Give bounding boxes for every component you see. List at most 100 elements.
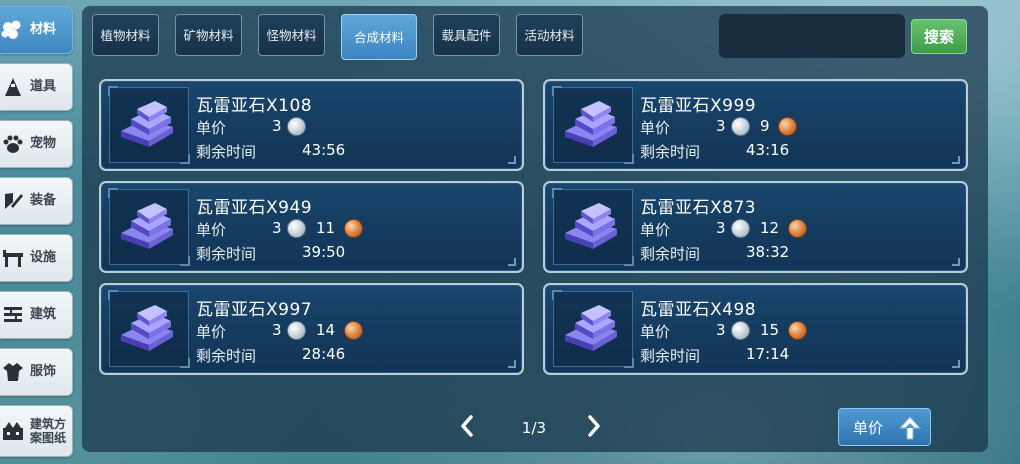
tab-label: 活动材料 bbox=[524, 27, 575, 43]
price-label: 单价 bbox=[196, 221, 227, 239]
tab-label: 怪物材料 bbox=[266, 27, 317, 43]
sidebar-item-props[interactable]: 道具 bbox=[0, 63, 73, 111]
time-left: 39:50 bbox=[302, 243, 346, 261]
listing-card[interactable]: 瓦雷亚石X949 单价 3 11 剩余时间 39:50 bbox=[99, 181, 524, 273]
time-left-label: 剩余时间 bbox=[196, 245, 257, 263]
tab-label: 矿物材料 bbox=[183, 27, 234, 43]
listing-card[interactable]: 瓦雷亚石X498 单价 3 15 剩余时间 17:14 bbox=[543, 283, 968, 375]
item-name: 瓦雷亚石X108 bbox=[196, 96, 313, 116]
time-left-label: 剩余时间 bbox=[196, 143, 257, 161]
copper-coin-icon bbox=[344, 321, 363, 340]
search-button[interactable]: 搜索 bbox=[911, 19, 967, 54]
sidebar-item-label: 宠物 bbox=[30, 136, 57, 151]
blueprint-icon bbox=[0, 418, 26, 444]
sidebar-item-blueprint[interactable]: 建筑方案图纸 bbox=[0, 405, 73, 457]
silver-coin-icon bbox=[287, 117, 306, 136]
sort-button-label: 单价 bbox=[853, 418, 884, 437]
listing-card[interactable]: 瓦雷亚石X108 单价 3 剩余时间 43:56 bbox=[99, 79, 524, 171]
facility-icon bbox=[0, 245, 26, 271]
search-button-label: 搜索 bbox=[923, 28, 954, 46]
page-indicator: 1/3 bbox=[521, 419, 547, 437]
sidebar-item-label: 装备 bbox=[30, 193, 57, 208]
tab-synthetic-materials[interactable]: 合成材料 bbox=[341, 14, 417, 60]
copper-amount: 9 bbox=[760, 117, 770, 135]
copper-coin-icon bbox=[788, 219, 807, 238]
sidebar-item-label: 材料 bbox=[30, 22, 57, 37]
tab-plant-materials[interactable]: 植物材料 bbox=[92, 14, 159, 56]
building-icon bbox=[0, 302, 26, 328]
silver-amount: 3 bbox=[272, 117, 282, 135]
silver-coin-icon bbox=[731, 117, 750, 136]
sidebar-item-facility[interactable]: 设施 bbox=[0, 234, 73, 282]
sidebar-item-pets[interactable]: 宠物 bbox=[0, 120, 73, 168]
clothing-icon bbox=[0, 359, 26, 385]
materials-icon bbox=[0, 17, 26, 43]
tab-mineral-materials[interactable]: 矿物材料 bbox=[175, 14, 242, 56]
pet-paw-icon bbox=[0, 131, 26, 157]
tab-event-materials[interactable]: 活动材料 bbox=[516, 14, 583, 56]
item-name: 瓦雷亚石X873 bbox=[640, 198, 757, 218]
item-name: 瓦雷亚石X949 bbox=[196, 198, 313, 218]
listing-card[interactable]: 瓦雷亚石X873 单价 3 12 剩余时间 38:32 bbox=[543, 181, 968, 273]
price-label: 单价 bbox=[640, 323, 671, 341]
card-corner-decoration bbox=[508, 156, 516, 164]
equipment-icon bbox=[0, 188, 26, 214]
item-name: 瓦雷亚石X498 bbox=[640, 300, 757, 320]
sidebar-item-label: 设施 bbox=[30, 250, 57, 265]
ore-ingot-icon bbox=[121, 101, 173, 147]
sidebar-item-equipment[interactable]: 装备 bbox=[0, 177, 73, 225]
sidebar-item-label: 建筑方案图纸 bbox=[30, 417, 67, 445]
listing-card[interactable]: 瓦雷亚石X997 单价 3 14 剩余时间 28:46 bbox=[99, 283, 524, 375]
sidebar-item-building[interactable]: 建筑 bbox=[0, 291, 73, 339]
card-corner-decoration bbox=[952, 258, 960, 266]
silver-amount: 3 bbox=[272, 321, 282, 339]
sidebar-item-clothing[interactable]: 服饰 bbox=[0, 348, 73, 396]
silver-coin-icon bbox=[287, 219, 306, 238]
copper-coin-icon bbox=[788, 321, 807, 340]
time-left-label: 剩余时间 bbox=[196, 347, 257, 365]
copper-amount: 12 bbox=[760, 219, 780, 237]
price-label: 单价 bbox=[196, 119, 227, 137]
next-page-button[interactable] bbox=[583, 412, 605, 440]
sidebar-item-materials[interactable]: 材料 bbox=[0, 6, 73, 54]
time-left: 38:32 bbox=[746, 243, 790, 261]
sidebar-item-label: 道具 bbox=[30, 79, 57, 94]
tab-vehicle-parts[interactable]: 载具配件 bbox=[433, 14, 500, 56]
market-panel: 植物材料 矿物材料 怪物材料 合成材料 载具配件 活动材料 搜索 瓦雷亚石X10… bbox=[82, 6, 988, 452]
tab-monster-materials[interactable]: 怪物材料 bbox=[258, 14, 325, 56]
copper-coin-icon bbox=[344, 219, 363, 238]
listing-card[interactable]: 瓦雷亚石X999 单价 3 9 剩余时间 43:16 bbox=[543, 79, 968, 171]
silver-coin-icon bbox=[287, 321, 306, 340]
tab-label: 合成材料 bbox=[353, 29, 404, 45]
price-label: 单价 bbox=[640, 221, 671, 239]
prev-page-button[interactable] bbox=[456, 412, 478, 440]
chevron-left-icon bbox=[461, 415, 473, 437]
card-corner-decoration bbox=[952, 156, 960, 164]
sort-arrow-icon bbox=[898, 416, 922, 440]
price-label: 单价 bbox=[640, 119, 671, 137]
card-corner-decoration bbox=[508, 360, 516, 368]
silver-coin-icon bbox=[731, 321, 750, 340]
silver-amount: 3 bbox=[716, 117, 726, 135]
time-left-label: 剩余时间 bbox=[640, 347, 701, 365]
copper-amount: 11 bbox=[316, 219, 336, 237]
tab-label: 植物材料 bbox=[100, 27, 151, 43]
silver-coin-icon bbox=[731, 219, 750, 238]
item-name: 瓦雷亚石X999 bbox=[640, 96, 757, 116]
search-input[interactable] bbox=[719, 14, 905, 58]
chevron-right-icon bbox=[588, 415, 600, 437]
copper-coin-icon bbox=[778, 117, 797, 136]
copper-amount: 14 bbox=[316, 321, 336, 339]
ore-ingot-icon bbox=[565, 305, 617, 351]
sidebar-item-label: 建筑 bbox=[30, 307, 57, 322]
silver-amount: 3 bbox=[716, 321, 726, 339]
price-label: 单价 bbox=[196, 323, 227, 341]
time-left: 17:14 bbox=[746, 345, 790, 363]
ore-ingot-icon bbox=[121, 305, 173, 351]
sidebar-item-label: 服饰 bbox=[30, 364, 57, 379]
tab-label: 载具配件 bbox=[441, 27, 492, 43]
silver-amount: 3 bbox=[272, 219, 282, 237]
ore-ingot-icon bbox=[565, 203, 617, 249]
props-icon bbox=[0, 74, 26, 100]
sort-by-price-button[interactable]: 单价 bbox=[838, 408, 931, 446]
